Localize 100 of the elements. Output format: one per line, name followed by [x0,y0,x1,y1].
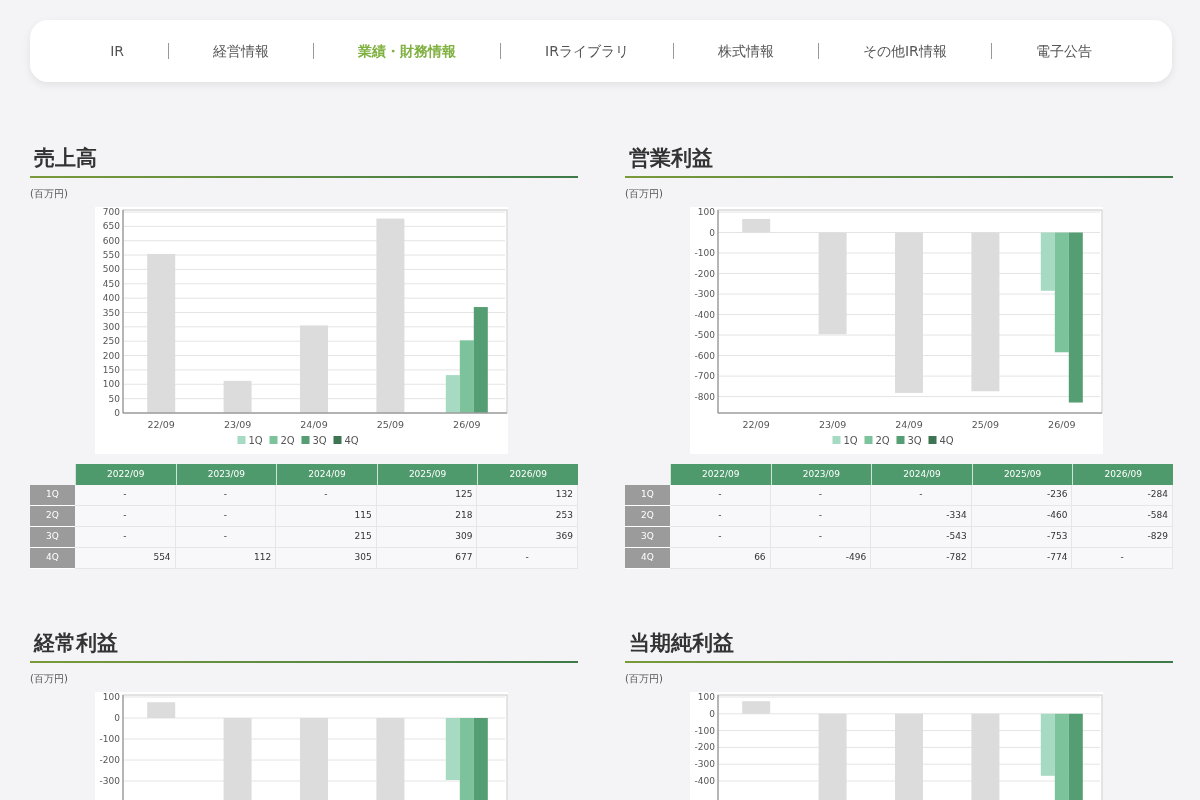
table-cell: - [1072,548,1173,569]
unit-label: (百万円) [625,187,664,201]
row-header: 1Q [625,485,670,506]
row-header: 4Q [625,548,670,569]
column-header: 2023/09 [175,464,277,485]
row-header: 2Q [30,506,75,527]
axis-tick-label: -100 [694,725,715,736]
legend-label: 2Q [875,435,890,446]
nav-link[interactable]: 株式情報 [711,40,780,62]
axis-tick-label: 0 [709,227,715,238]
legend-label: 3Q [907,435,922,446]
table-cell: 309 [376,527,478,548]
axis-tick-label: 23/09 [818,419,847,430]
table-cell: -236 [971,485,1073,506]
axis-tick-label: 250 [102,336,120,347]
legend-label: 4Q [344,435,359,446]
axis-tick-label: -800 [694,391,715,402]
table-cell: - [770,527,872,548]
table-cell: 115 [276,506,377,527]
axis-tick-label: -400 [694,309,715,320]
table-cell: 218 [376,506,478,527]
table-cell: -543 [871,527,972,548]
axis-tick-label: 50 [108,393,120,404]
axis-tick-label: -300 [694,759,715,770]
table-cell: 369 [477,527,578,548]
table-cell: - [770,506,872,527]
column-header: 2026/09 [1072,464,1173,485]
legend-label: 3Q [312,435,327,446]
table-cell: - [670,527,771,548]
axis-tick-label: 150 [102,364,120,375]
section-title: 経常利益 [32,630,119,657]
table-cell: - [871,485,972,506]
axis-tick-label: -300 [99,776,120,786]
axis-tick-label: 0 [709,708,715,719]
table-cell: 253 [477,506,578,527]
table-cell: 677 [376,548,478,569]
axis-tick-label: -600 [694,350,715,361]
table-cell: -829 [1072,527,1173,548]
axis-tick-label: 25/09 [376,419,405,430]
axis-tick-label: 100 [102,379,120,390]
row-header: 2Q [625,506,670,527]
axis-tick-label: 300 [102,321,120,332]
nav-link[interactable]: 電子公告 [1029,40,1098,62]
section-title: 営業利益 [628,145,714,172]
axis-tick-label: 650 [102,221,120,232]
bar [445,718,460,780]
column-header: 2024/09 [276,464,377,485]
axis-tick-label: 700 [102,207,120,217]
axis-tick-label: 100 [102,692,120,702]
table-cell: 554 [75,548,176,569]
axis-tick-label: 24/09 [895,419,923,430]
table-cell: - [670,485,771,506]
column-header: 2023/09 [770,464,872,485]
table-cell: - [276,485,377,506]
table-cell: - [770,485,872,506]
table-cell: -496 [770,548,872,569]
axis-tick-label: -200 [99,755,120,765]
axis-tick-label: 24/09 [300,419,328,430]
table-cell: - [75,527,176,548]
axis-tick-label: -500 [694,330,715,341]
column-header: 2024/09 [871,464,972,485]
axis-tick-label: 500 [102,264,120,275]
axis-tick-label: 0 [114,408,120,418]
axis-tick-label: -400 [694,776,715,786]
table-cell: -284 [1072,485,1173,506]
axis-tick-label: 100 [697,692,715,702]
nav-link[interactable]: IR [104,40,131,62]
table-cell: - [670,506,771,527]
nav-link[interactable]: IRライブラリ [539,40,635,62]
table-cell: - [477,548,578,569]
table-cell: 305 [276,548,377,569]
table-cell: - [175,485,277,506]
table-cell: 215 [276,527,377,548]
legend-label: 2Q [280,435,295,446]
unit-label: (百万円) [30,187,69,201]
nav-link[interactable]: 経営情報 [207,40,276,62]
section-title: 売上高 [33,145,98,172]
nav-link[interactable]: その他IR情報 [856,40,953,62]
legend-label: 1Q [843,435,858,446]
unit-label: (百万円) [30,672,69,686]
axis-tick-label: 22/09 [147,419,175,430]
axis-tick-label: -200 [694,268,715,279]
table-cell: -774 [971,548,1073,569]
axis-tick-label: 100 [697,207,715,217]
row-header: 3Q [625,527,670,548]
section-title: 当期純利益 [628,630,735,657]
column-header: 2026/09 [477,464,578,485]
table-cell: 112 [175,548,277,569]
table-cell: 132 [477,485,578,506]
axis-tick-label: -100 [99,734,120,744]
table-cell: -753 [971,527,1073,548]
axis-tick-label: 450 [102,278,120,289]
axis-tick-label: 26/09 [1048,419,1076,430]
table-cell: -782 [871,548,972,569]
row-header: 3Q [30,527,75,548]
axis-tick-label: 400 [102,293,120,304]
table-cell: -334 [871,506,972,527]
column-header: 2025/09 [376,464,478,485]
table-cell: - [175,506,277,527]
row-header: 1Q [30,485,75,506]
